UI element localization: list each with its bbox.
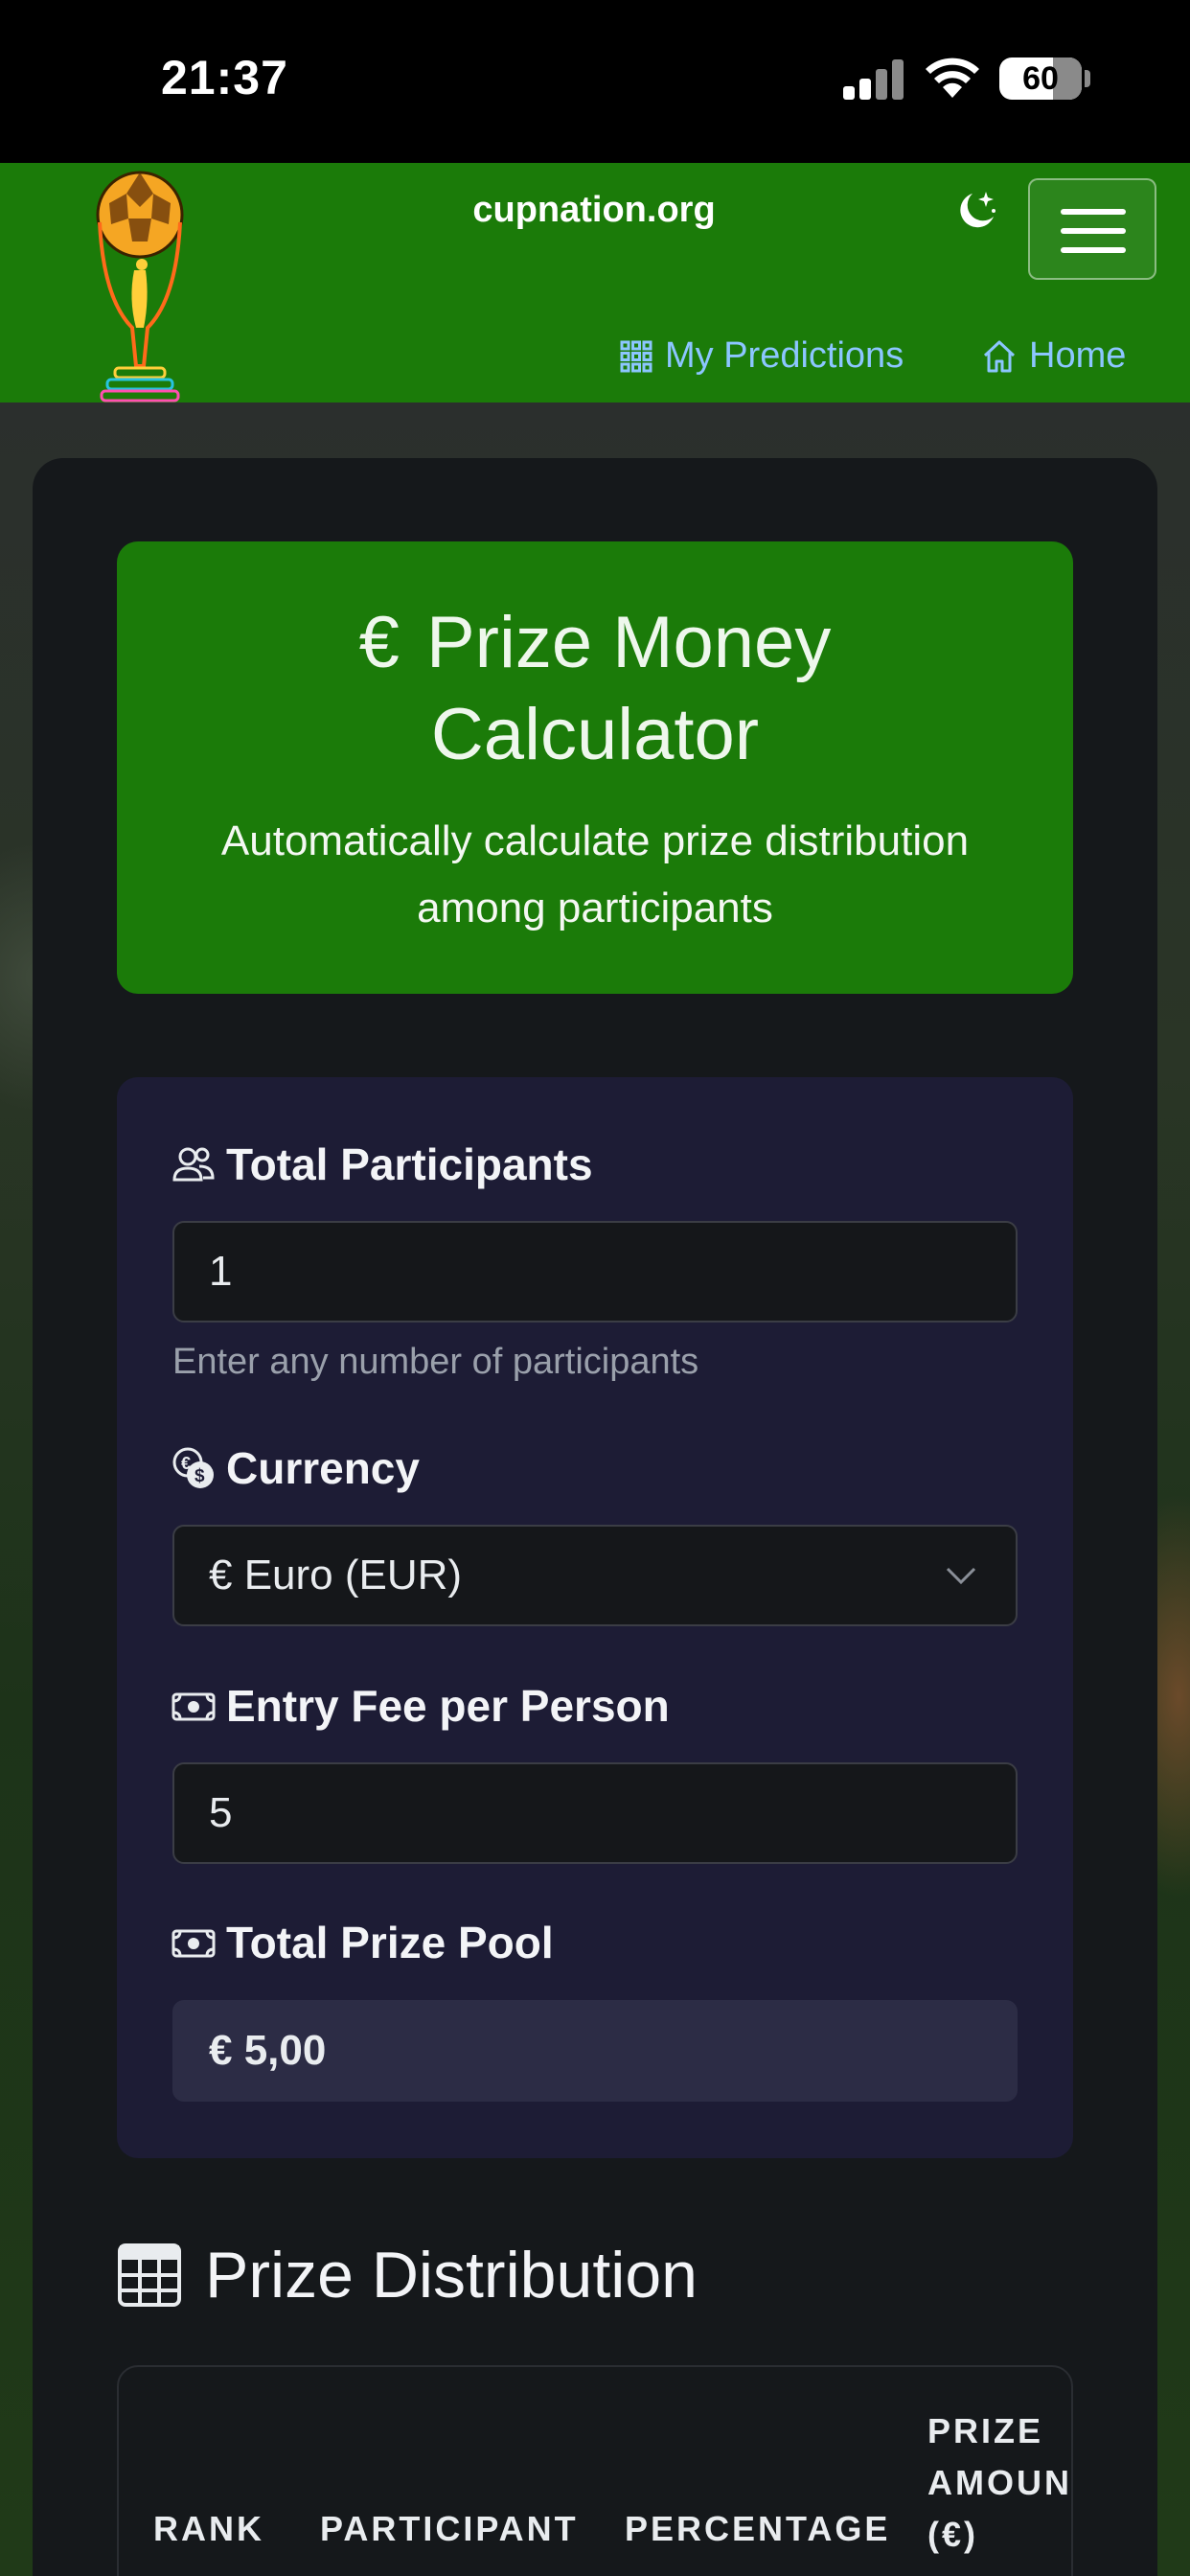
nav-link-label: My Predictions xyxy=(665,335,904,376)
participants-label: Total Participants xyxy=(171,1138,593,1190)
battery-icon: 60 xyxy=(999,58,1082,100)
site-brand-link[interactable]: cupnation.org xyxy=(402,190,786,231)
coins-icon: € $ xyxy=(172,1447,214,1488)
currency-label: € $ Currency xyxy=(171,1442,420,1494)
entry-fee-label: Entry Fee per Person xyxy=(171,1680,670,1732)
menu-toggle-button[interactable] xyxy=(1028,178,1156,280)
battery-level: 60 xyxy=(1022,60,1059,97)
svg-text:$: $ xyxy=(195,1466,205,1486)
chevron-down-icon xyxy=(946,1567,976,1585)
participants-input[interactable]: 1 xyxy=(172,1221,1018,1322)
nav-link-label: Home xyxy=(1029,335,1127,376)
euro-icon: € xyxy=(358,602,400,683)
cellular-signal-icon xyxy=(843,59,904,100)
trophy-logo-icon[interactable] xyxy=(86,165,194,406)
prize-pool-value: € 5,00 xyxy=(172,2000,1018,2102)
entry-fee-input[interactable]: 5 xyxy=(172,1762,1018,1864)
column-header-participant[interactable]: PARTICIPANT xyxy=(320,2509,579,2549)
status-bar: 21:37 60 xyxy=(0,0,1190,163)
prize-distribution-table: RANK PARTICIPANT PERCENTAGE PRIZE AMOUNT… xyxy=(117,2365,1073,2576)
nav-link-home[interactable]: Home xyxy=(981,335,1126,377)
people-icon xyxy=(172,1147,215,1182)
nav-link-my-predictions[interactable]: My Predictions xyxy=(619,335,904,377)
prize-distribution-heading: Prize Distribution xyxy=(117,2238,698,2312)
hero-banner: € Prize Money Calculator Automatically ca… xyxy=(117,541,1073,994)
moon-stars-icon[interactable] xyxy=(953,188,999,234)
currency-select[interactable]: € Euro (EUR) xyxy=(172,1525,1018,1626)
cash-icon xyxy=(172,1929,216,1958)
page-subtitle: Automatically calculate prize distributi… xyxy=(220,817,970,932)
cash-icon xyxy=(172,1692,216,1721)
column-header-prize-amount[interactable]: PRIZE AMOUNT (€) xyxy=(927,2411,1071,2555)
status-time: 21:37 xyxy=(161,51,288,104)
hamburger-icon xyxy=(1061,209,1126,215)
participants-help-text: Enter any number of participants xyxy=(172,1342,699,1382)
currency-selected-value: € Euro (EUR) xyxy=(209,1552,463,1598)
wifi-icon xyxy=(926,58,979,98)
column-header-rank[interactable]: RANK xyxy=(153,2509,264,2549)
page-title: € Prize Money Calculator xyxy=(358,602,832,775)
table-icon xyxy=(118,2243,181,2307)
column-header-percentage[interactable]: PERCENTAGE xyxy=(625,2509,890,2549)
house-icon xyxy=(983,340,1016,372)
grid-icon xyxy=(620,340,652,372)
prize-pool-label: Total Prize Pool xyxy=(171,1917,554,1968)
